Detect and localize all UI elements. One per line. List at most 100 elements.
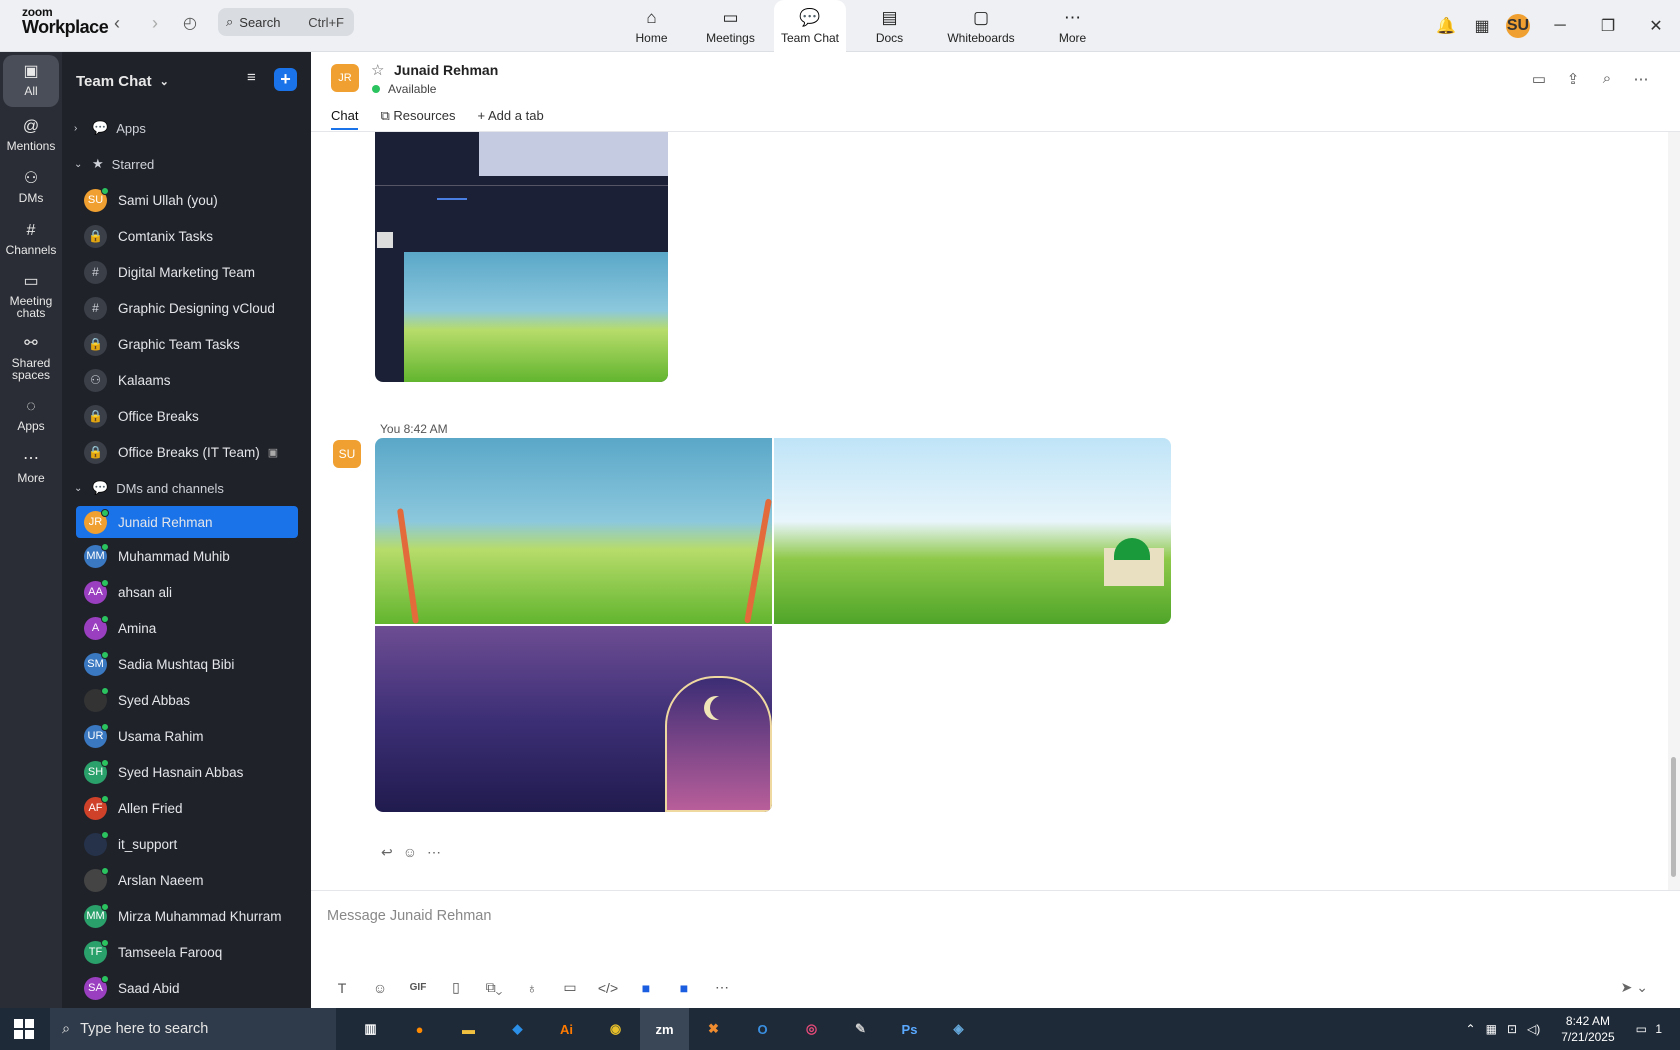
starred-item[interactable]: # Digital Marketing Team	[62, 254, 311, 290]
starred-item[interactable]: 🔒 Graphic Team Tasks	[62, 326, 311, 362]
tab-more[interactable]: ⋯ More	[1033, 0, 1112, 52]
task-view-icon[interactable]: ▥	[346, 1008, 395, 1050]
image-palm-landscape[interactable]	[375, 438, 772, 624]
profile-avatar[interactable]: SU	[1500, 14, 1536, 38]
chevron-up-icon[interactable]: ⌃	[1466, 1022, 1476, 1036]
rail-dms[interactable]: ⚇ DMs	[0, 162, 62, 214]
reply-icon[interactable]: ↩	[381, 844, 393, 861]
image-mosque-landscape[interactable]	[774, 438, 1171, 624]
scrollbar-thumb[interactable]	[1671, 757, 1676, 877]
tab-resources[interactable]: ⧉ Resources	[380, 108, 455, 130]
file-icon[interactable]: ▯	[437, 979, 475, 996]
restore-icon[interactable]: ❐	[1584, 16, 1632, 36]
tab-docs[interactable]: ▤ Docs	[850, 0, 929, 52]
taskbar-search[interactable]: ⌕ Type here to search	[50, 1008, 336, 1050]
filter-icon[interactable]: ≡	[247, 69, 256, 86]
starred-item[interactable]: # Graphic Designing vCloud	[62, 290, 311, 326]
search-box[interactable]: ⌕ Search Ctrl+F	[218, 8, 354, 36]
rail-more[interactable]: ⋯ More	[0, 442, 62, 494]
screenshot-icon[interactable]: ⧉⌄	[475, 979, 513, 996]
message-input[interactable]: Message Junaid Rehman	[327, 908, 491, 924]
file-explorer-icon[interactable]: ▬	[444, 1008, 493, 1050]
volume-icon[interactable]: ◁)	[1527, 1022, 1540, 1036]
section-apps[interactable]: › 💬 Apps	[62, 110, 311, 146]
starred-item[interactable]: 🔒 Office Breaks (IT Team) ▣	[62, 434, 311, 470]
star-icon[interactable]: ☆	[371, 61, 384, 79]
pen-tool-icon[interactable]: ✎	[836, 1008, 885, 1050]
new-chat-button[interactable]: +	[274, 68, 297, 91]
dm-item[interactable]: MM Mirza Muhammad Khurram	[62, 898, 311, 934]
dm-item[interactable]: SM Sadia Mushtaq Bibi	[62, 646, 311, 682]
starred-item[interactable]: 🔒 Comtanix Tasks	[62, 218, 311, 254]
clock[interactable]: 8:42 AM 7/21/2025	[1561, 1013, 1614, 1045]
more-icon[interactable]: ⋯	[703, 979, 741, 996]
rail-all[interactable]: ▣ All	[3, 55, 59, 107]
zoom-icon[interactable]: zm	[640, 1008, 689, 1050]
chrome-icon[interactable]: ◉	[591, 1008, 640, 1050]
dm-item[interactable]: TF Tamseela Farooq	[62, 934, 311, 970]
bell-icon[interactable]: 🔔	[1428, 16, 1464, 36]
calendar-icon[interactable]: ▦	[1464, 16, 1500, 36]
sidebar-title[interactable]: Team Chat	[76, 73, 152, 90]
more-icon[interactable]: ⋯	[427, 844, 441, 861]
creative-cloud-icon[interactable]: ◎	[787, 1008, 836, 1050]
network-icon[interactable]: ▦	[1486, 1022, 1497, 1036]
back-arrow-icon[interactable]: ‹	[114, 13, 120, 34]
starred-item[interactable]: ⚇ Kalaams	[62, 362, 311, 398]
chevron-down-icon[interactable]: ⌄	[160, 75, 169, 88]
video-call-icon[interactable]: ▭	[1522, 70, 1556, 88]
forward-arrow-icon[interactable]: ›	[152, 13, 158, 34]
section-dms[interactable]: ⌄ 💬 DMs and channels	[62, 470, 311, 506]
rail-apps[interactable]: ◌ Apps	[0, 390, 62, 442]
video-message-icon[interactable]: ▭	[551, 979, 589, 996]
starred-item[interactable]: SU Sami Ullah (you)	[62, 182, 311, 218]
dm-item[interactable]: AA ahsan ali	[62, 574, 311, 610]
dm-item[interactable]: A Amina	[62, 610, 311, 646]
image-night-mosque[interactable]	[375, 626, 772, 812]
tab-meetings[interactable]: ▭ Meetings	[691, 0, 770, 52]
send-icon[interactable]: ➤ ⌄	[1621, 979, 1648, 996]
rail-meeting-chats[interactable]: ▭ Meeting chats	[0, 266, 62, 328]
dm-item[interactable]: SA Saad Abid	[62, 970, 311, 1006]
dm-item[interactable]: it_support	[62, 826, 311, 862]
illustrator-icon[interactable]: Ai	[542, 1008, 591, 1050]
code-icon[interactable]: </>	[589, 980, 627, 996]
tab-chat[interactable]: Chat	[331, 108, 359, 130]
shared-image[interactable]	[375, 132, 668, 382]
minimize-icon[interactable]: ─	[1536, 17, 1584, 35]
gif-icon[interactable]: GIF	[399, 982, 437, 993]
history-icon[interactable]: ◴	[183, 13, 197, 33]
close-icon[interactable]: ✕	[1632, 16, 1680, 36]
search-icon[interactable]: ⌕	[1590, 70, 1624, 88]
scrollbar[interactable]	[1668, 132, 1680, 890]
dm-item[interactable]: JR Junaid Rehman	[76, 506, 298, 538]
contact-avatar[interactable]: JR	[331, 64, 359, 92]
tab-team-chat[interactable]: 💬 Team Chat	[774, 0, 846, 52]
tab-whiteboards[interactable]: ▢ Whiteboards	[929, 0, 1033, 52]
emoji-icon[interactable]: ☺	[361, 980, 399, 996]
xampp-icon[interactable]: ✖	[689, 1008, 738, 1050]
share-screen-icon[interactable]: ⇪	[1556, 70, 1590, 88]
tab-add[interactable]: + Add a tab	[478, 108, 544, 130]
rail-mentions[interactable]: @ Mentions	[0, 110, 62, 162]
windows-start-icon[interactable]	[14, 1019, 34, 1039]
mic-icon[interactable]: ♁	[513, 980, 551, 996]
firefox-icon[interactable]: ●	[395, 1008, 444, 1050]
format-text-icon[interactable]: T	[323, 980, 361, 996]
dm-item[interactable]: MM Muhammad Muhib	[62, 538, 311, 574]
starred-item[interactable]: 🔒 Office Breaks	[62, 398, 311, 434]
dm-item[interactable]: AF Allen Fried	[62, 790, 311, 826]
rail-channels[interactable]: # Channels	[0, 214, 62, 266]
wifi-icon[interactable]: ⊡	[1507, 1022, 1517, 1036]
dm-item[interactable]: UR Usama Rahim	[62, 718, 311, 754]
sender-avatar[interactable]: SU	[333, 440, 361, 468]
section-starred[interactable]: ⌄ ★ Starred	[62, 146, 311, 182]
emoji-reaction-icon[interactable]: ☺	[403, 844, 417, 861]
rail-shared-spaces[interactable]: ⚯ Shared spaces	[0, 328, 62, 390]
contact-name[interactable]: Junaid Rehman	[394, 62, 498, 78]
dm-item[interactable]: SH Syed Hasnain Abbas	[62, 754, 311, 790]
more-icon[interactable]: ⋯	[1624, 70, 1658, 88]
dm-item[interactable]: Arslan Naeem	[62, 862, 311, 898]
app-icon[interactable]: ◈	[934, 1008, 983, 1050]
vscode-icon[interactable]: ◆	[493, 1008, 542, 1050]
